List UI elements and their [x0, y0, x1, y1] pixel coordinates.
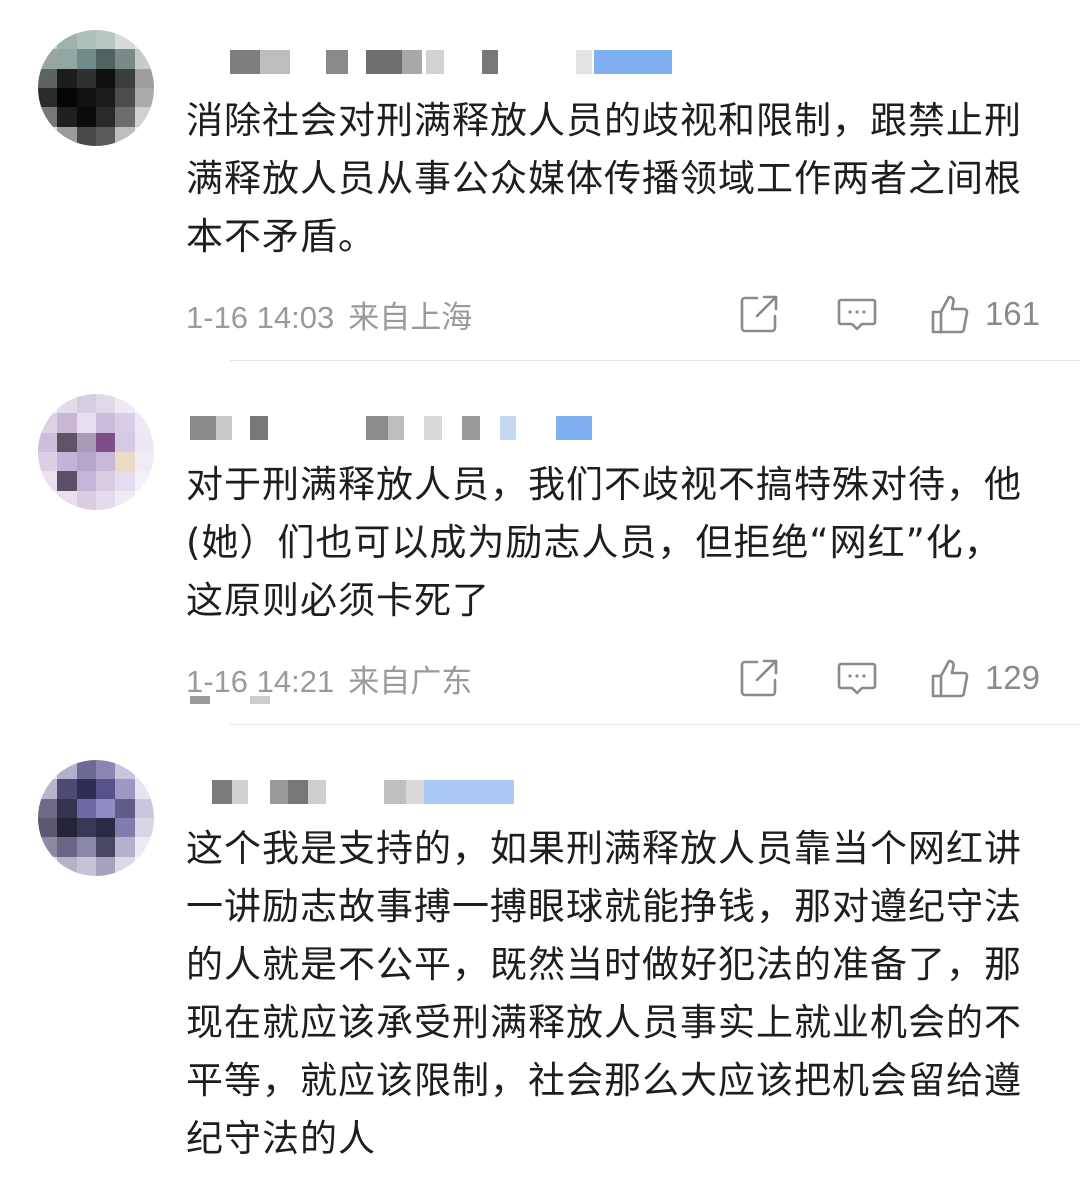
- comment-meta: 1-16 14:21 来自广东: [186, 656, 472, 701]
- comment-meta: 1-16 14:03 来自上海: [186, 292, 472, 337]
- comment-text: 对于刑满释放人员，我们不歧视不搞特殊对待，他(她）们也可以成为励志人员，但拒绝“…: [186, 463, 1022, 622]
- comment-item: 对于刑满释放人员，我们不歧视不搞特殊对待，他(她）们也可以成为励志人员，但拒绝“…: [0, 362, 1080, 726]
- like-count: 129: [984, 659, 1040, 696]
- thumb-up-icon[interactable]: [929, 656, 973, 700]
- comment-time: 1-16 14:03: [186, 300, 335, 335]
- divider: [230, 724, 1080, 725]
- comment-item: 消除社会对刑满释放人员的歧视和限制，跟禁止刑满释放人员从事公众媒体传播领域工作两…: [0, 0, 1080, 362]
- blur-artifact: [190, 696, 280, 704]
- comment-item: 这个我是支持的，如果刑满释放人员靠当个网红讲一讲励志故事搏一搏眼球就能挣钱，那对…: [0, 726, 1080, 1193]
- comment-actions: 161: [737, 292, 1040, 336]
- comment-actions: 129: [737, 656, 1040, 700]
- comment-time: 1-16 14:21: [186, 664, 335, 699]
- share-icon[interactable]: [737, 292, 781, 336]
- comment-text: 消除社会对刑满释放人员的歧视和限制，跟禁止刑满释放人员从事公众媒体传播领域工作两…: [186, 99, 1022, 258]
- avatar[interactable]: [38, 760, 154, 876]
- share-icon[interactable]: [737, 656, 781, 700]
- like-count: 161: [984, 295, 1040, 332]
- comment-icon[interactable]: [835, 656, 879, 700]
- comment-icon[interactable]: [835, 292, 879, 336]
- username-blurred[interactable]: [186, 780, 546, 804]
- avatar[interactable]: [38, 394, 154, 510]
- thumb-up-icon[interactable]: [929, 292, 973, 336]
- username-blurred[interactable]: [186, 50, 686, 74]
- comment-text: 这个我是支持的，如果刑满释放人员靠当个网红讲一讲励志故事搏一搏眼球就能挣钱，那对…: [186, 827, 1022, 1160]
- divider: [230, 360, 1080, 361]
- avatar[interactable]: [38, 30, 154, 146]
- comment-location: 来自广东: [348, 664, 473, 699]
- username-blurred[interactable]: [186, 416, 606, 440]
- comment-location: 来自上海: [348, 300, 473, 335]
